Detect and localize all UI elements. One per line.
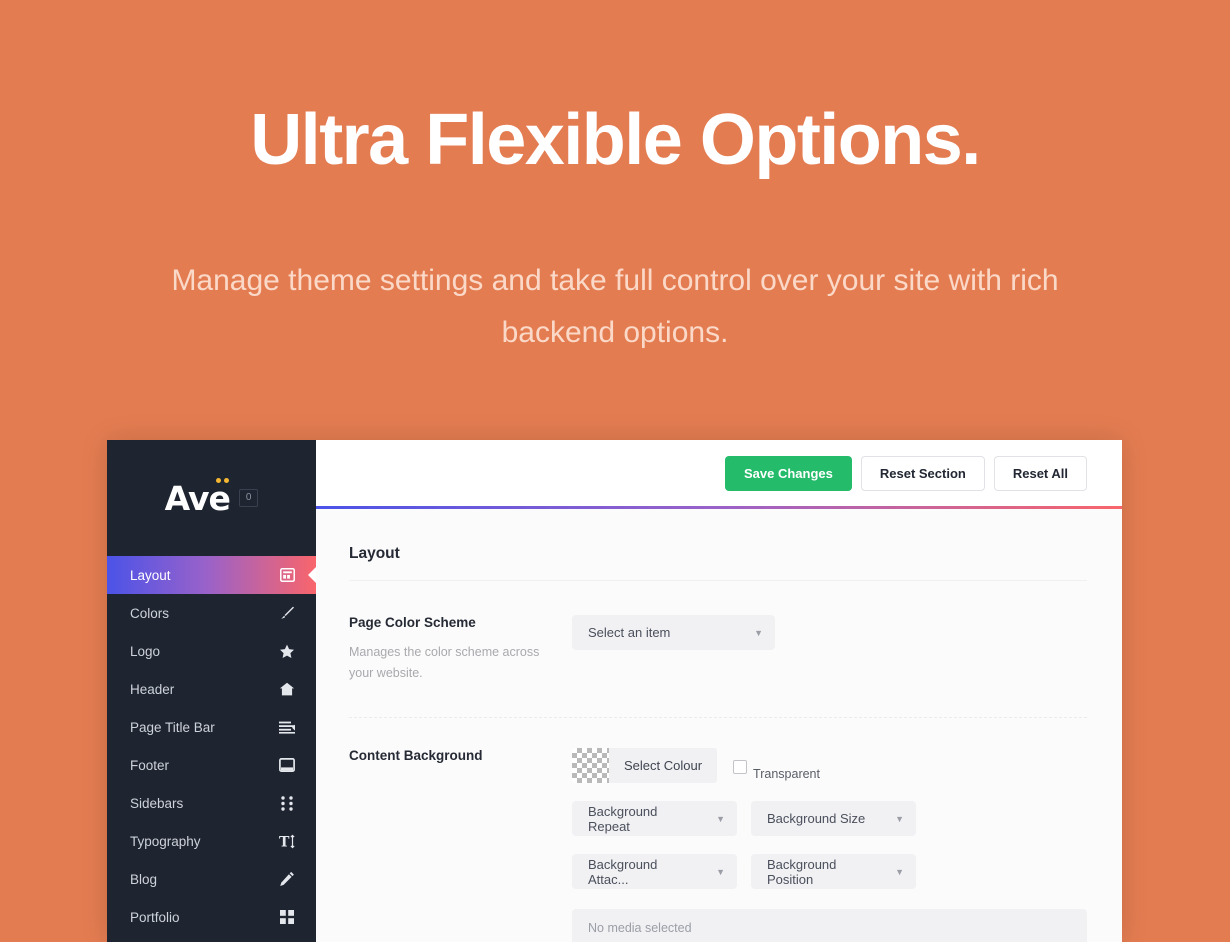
app-window: Ave 0 Layout Colors Logo Header Page Tit… [107,440,1122,942]
footer-window-icon [278,756,296,774]
grid-squares-icon [278,908,296,926]
sidebar-item-logo[interactable]: Logo [107,632,316,670]
sidebar-item-header[interactable]: Header [107,670,316,708]
sidebar-item-label: Logo [130,643,161,659]
field-divider [349,717,1087,718]
chevron-down-icon: ▼ [716,866,725,877]
select-value: Background Size [767,811,866,826]
sidebar-item-label: Footer [130,757,170,773]
select-value: Background Attac... [588,856,658,887]
logo-text: Ave [164,477,231,518]
sidebar-item-label: Colors [130,605,170,621]
dots-grid-icon [278,794,296,812]
transparent-checkbox-wrap[interactable]: Transparent [733,758,820,781]
colour-row: Select Colour Transparent [572,748,1087,783]
sidebar-item-label: Portfolio [130,909,180,925]
background-row-1: Background Repeat ▼ Background Size ▼ [572,801,1087,836]
transparency-swatch-icon [572,748,609,783]
sidebar-item-typography[interactable]: Typography T [107,822,316,860]
sidebar-item-footer[interactable]: Footer [107,746,316,784]
sidebar-item-portfolio[interactable]: Portfolio [107,898,316,936]
sidebar: Ave 0 Layout Colors Logo Header Page Tit… [107,440,316,942]
field-label-group: Content Background [349,748,572,775]
title-bar-icon [278,718,296,736]
sidebar-item-colors[interactable]: Colors [107,594,316,632]
transparent-checkbox[interactable] [733,759,748,774]
sidebar-item-label: Sidebars [130,795,184,811]
sidebar-item-blog[interactable]: Blog [107,860,316,898]
sidebar-item-layout[interactable]: Layout [107,556,316,594]
sidebar-item-label: Blog [130,871,158,887]
section-divider [349,580,1087,581]
select-colour-button[interactable]: Select Colour [572,748,718,783]
sidebar-logo: Ave 0 [107,440,316,556]
background-attachment-select[interactable]: Background Attac... ▼ [572,854,737,889]
svg-text:T: T [279,834,290,849]
settings-content: Layout Page Color Scheme Manages the col… [316,509,1122,942]
field-description: Manages the color scheme across your web… [349,645,540,680]
transparent-label: Transparent [753,766,820,781]
media-select-input[interactable]: No media selected [572,909,1087,942]
save-changes-button[interactable]: Save Changes [724,455,852,491]
main-panel: Save Changes Reset Section Reset All Lay… [316,440,1122,942]
page-title: Ultra Flexible Options. [250,100,981,180]
logo-dots-icon [215,477,229,483]
select-colour-label: Select Colour [624,758,703,773]
field-page-color-scheme: Page Color Scheme Manages the color sche… [349,615,1087,684]
background-row-2: Background Attac... ▼ Background Positio… [572,854,1087,889]
select-value: Select an item [588,625,671,640]
sidebar-item-label: Layout [130,567,171,583]
select-value: Background Repeat [588,803,658,834]
logo-badge: 0 [238,489,259,507]
field-control-group: Select an item ▼ [572,615,1087,650]
reset-section-button[interactable]: Reset Section [860,455,985,491]
page-subtitle: Manage theme settings and take full cont… [171,264,1059,349]
chevron-down-icon: ▼ [895,813,904,824]
typography-icon: T [278,832,296,850]
sidebar-item-sidebars[interactable]: Sidebars [107,784,316,822]
hero-banner: Ultra Flexible Options. Manage theme set… [0,0,1230,440]
select-value: Background Position [767,856,837,887]
background-repeat-select[interactable]: Background Repeat ▼ [572,801,737,836]
pencil-icon [278,870,296,888]
field-label-group: Page Color Scheme Manages the color sche… [349,615,572,684]
sidebar-item-page-title-bar[interactable]: Page Title Bar [107,708,316,746]
star-icon [278,642,296,660]
paintbrush-icon [278,604,296,622]
sidebar-item-label: Page Title Bar [130,719,215,735]
field-label: Page Color Scheme [349,615,476,630]
field-content-background: Content Background Select Colour Transpa… [349,748,1087,942]
background-size-select[interactable]: Background Size ▼ [751,801,916,836]
page-color-scheme-select[interactable]: Select an item ▼ [572,615,775,650]
section-heading: Layout [349,545,400,562]
background-position-select[interactable]: Background Position ▼ [751,854,916,889]
chevron-down-icon: ▼ [716,813,725,824]
chevron-down-icon: ▼ [895,866,904,877]
reset-all-button[interactable]: Reset All [993,455,1087,491]
home-icon [278,680,296,698]
sidebar-item-label: Header [130,681,175,697]
field-label: Content Background [349,748,483,763]
layout-window-icon [278,566,296,584]
chevron-down-icon: ▼ [754,627,763,638]
sidebar-item-label: Typography [130,833,201,849]
toolbar: Save Changes Reset Section Reset All [316,440,1122,506]
field-control-group: Select Colour Transparent Background Rep… [572,748,1087,942]
